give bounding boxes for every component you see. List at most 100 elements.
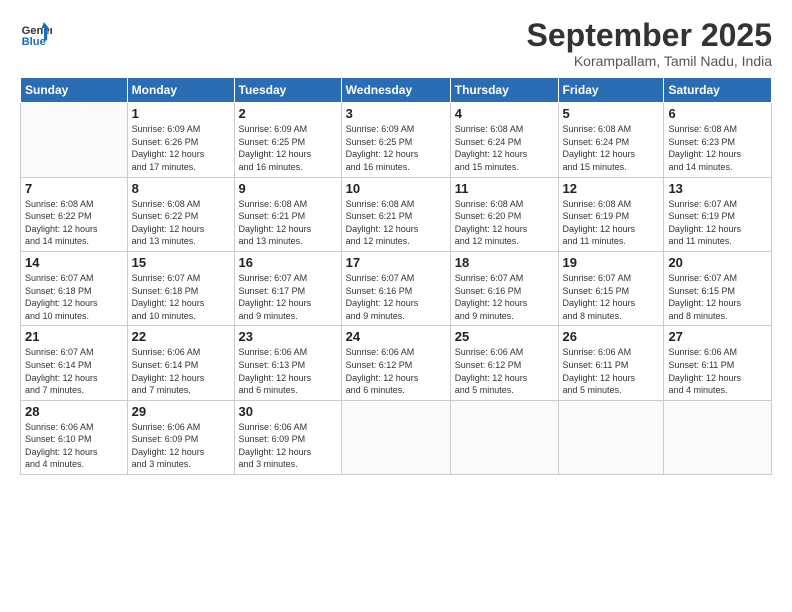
day-info: Sunrise: 6:06 AM Sunset: 6:14 PM Dayligh… [132,346,230,396]
day-number: 1 [132,106,230,121]
day-number: 4 [455,106,554,121]
day-info: Sunrise: 6:09 AM Sunset: 6:26 PM Dayligh… [132,123,230,173]
day-number: 7 [25,181,123,196]
table-row: 19 Sunrise: 6:07 AM Sunset: 6:15 PM Dayli… [558,251,664,325]
day-info: Sunrise: 6:06 AM Sunset: 6:11 PM Dayligh… [563,346,660,396]
table-row [450,400,558,474]
day-number: 3 [346,106,446,121]
col-saturday: Saturday [664,78,772,103]
col-monday: Monday [127,78,234,103]
day-info: Sunrise: 6:08 AM Sunset: 6:24 PM Dayligh… [563,123,660,173]
table-row: 22 Sunrise: 6:06 AM Sunset: 6:14 PM Dayli… [127,326,234,400]
svg-text:Blue: Blue [22,36,46,48]
col-friday: Friday [558,78,664,103]
header-row: Sunday Monday Tuesday Wednesday Thursday… [21,78,772,103]
table-row: 27 Sunrise: 6:06 AM Sunset: 6:11 PM Dayli… [664,326,772,400]
day-info: Sunrise: 6:07 AM Sunset: 6:16 PM Dayligh… [346,272,446,322]
page: General Blue September 2025 Korampallam,… [0,0,792,612]
day-info: Sunrise: 6:07 AM Sunset: 6:16 PM Dayligh… [455,272,554,322]
day-number: 27 [668,329,767,344]
table-row: 21 Sunrise: 6:07 AM Sunset: 6:14 PM Dayli… [21,326,128,400]
table-row [664,400,772,474]
table-row: 1 Sunrise: 6:09 AM Sunset: 6:26 PM Daylig… [127,103,234,177]
day-number: 22 [132,329,230,344]
day-info: Sunrise: 6:06 AM Sunset: 6:12 PM Dayligh… [346,346,446,396]
title-block: September 2025 Korampallam, Tamil Nadu, … [527,18,772,69]
table-row: 4 Sunrise: 6:08 AM Sunset: 6:24 PM Daylig… [450,103,558,177]
table-row: 29 Sunrise: 6:06 AM Sunset: 6:09 PM Dayli… [127,400,234,474]
table-row: 16 Sunrise: 6:07 AM Sunset: 6:17 PM Dayli… [234,251,341,325]
table-row: 20 Sunrise: 6:07 AM Sunset: 6:15 PM Dayli… [664,251,772,325]
day-number: 17 [346,255,446,270]
day-number: 20 [668,255,767,270]
day-info: Sunrise: 6:07 AM Sunset: 6:15 PM Dayligh… [563,272,660,322]
table-row: 24 Sunrise: 6:06 AM Sunset: 6:12 PM Dayli… [341,326,450,400]
table-row [558,400,664,474]
table-row: 8Sunrise: 6:08 AM Sunset: 6:22 PM Daylig… [127,177,234,251]
day-number: 21 [25,329,123,344]
day-info: Sunrise: 6:08 AM Sunset: 6:24 PM Dayligh… [455,123,554,173]
day-info: Sunrise: 6:09 AM Sunset: 6:25 PM Dayligh… [346,123,446,173]
day-info: Sunrise: 6:06 AM Sunset: 6:13 PM Dayligh… [239,346,337,396]
day-info: Sunrise: 6:07 AM Sunset: 6:15 PM Dayligh… [668,272,767,322]
table-row: 14Sunrise: 6:07 AM Sunset: 6:18 PM Dayli… [21,251,128,325]
col-tuesday: Tuesday [234,78,341,103]
day-number: 23 [239,329,337,344]
table-row [21,103,128,177]
table-row: 2 Sunrise: 6:09 AM Sunset: 6:25 PM Daylig… [234,103,341,177]
day-info: Sunrise: 6:07 AM Sunset: 6:18 PM Dayligh… [25,272,123,322]
day-number: 25 [455,329,554,344]
day-info: Sunrise: 6:08 AM Sunset: 6:22 PM Dayligh… [25,198,123,248]
day-info: Sunrise: 6:07 AM Sunset: 6:19 PM Dayligh… [668,198,767,248]
day-info: Sunrise: 6:07 AM Sunset: 6:18 PM Dayligh… [132,272,230,322]
day-number: 18 [455,255,554,270]
col-sunday: Sunday [21,78,128,103]
day-number: 15 [132,255,230,270]
day-number: 24 [346,329,446,344]
table-row: 12Sunrise: 6:08 AM Sunset: 6:19 PM Dayli… [558,177,664,251]
day-info: Sunrise: 6:06 AM Sunset: 6:09 PM Dayligh… [132,421,230,471]
day-info: Sunrise: 6:08 AM Sunset: 6:23 PM Dayligh… [668,123,767,173]
table-row: 9Sunrise: 6:08 AM Sunset: 6:21 PM Daylig… [234,177,341,251]
day-number: 13 [668,181,767,196]
table-row: 13 Sunrise: 6:07 AM Sunset: 6:19 PM Dayli… [664,177,772,251]
day-info: Sunrise: 6:08 AM Sunset: 6:20 PM Dayligh… [455,198,554,248]
table-row: 10 Sunrise: 6:08 AM Sunset: 6:21 PM Dayli… [341,177,450,251]
table-row: 5 Sunrise: 6:08 AM Sunset: 6:24 PM Daylig… [558,103,664,177]
day-number: 26 [563,329,660,344]
day-info: Sunrise: 6:08 AM Sunset: 6:19 PM Dayligh… [563,198,660,248]
day-number: 16 [239,255,337,270]
day-number: 8 [132,181,230,196]
logo-icon: General Blue [20,18,52,50]
day-info: Sunrise: 6:07 AM Sunset: 6:17 PM Dayligh… [239,272,337,322]
day-number: 19 [563,255,660,270]
table-row: 15 Sunrise: 6:07 AM Sunset: 6:18 PM Dayli… [127,251,234,325]
table-row [341,400,450,474]
table-row: 23 Sunrise: 6:06 AM Sunset: 6:13 PM Dayli… [234,326,341,400]
table-row: 30Sunrise: 6:06 AM Sunset: 6:09 PM Dayli… [234,400,341,474]
table-row: 28Sunrise: 6:06 AM Sunset: 6:10 PM Dayli… [21,400,128,474]
month-title: September 2025 [527,18,772,53]
col-wednesday: Wednesday [341,78,450,103]
day-number: 2 [239,106,337,121]
table-row: 7 Sunrise: 6:08 AM Sunset: 6:22 PM Daylig… [21,177,128,251]
day-number: 5 [563,106,660,121]
table-row: 18 Sunrise: 6:07 AM Sunset: 6:16 PM Dayli… [450,251,558,325]
day-info: Sunrise: 6:07 AM Sunset: 6:14 PM Dayligh… [25,346,123,396]
table-row: 17 Sunrise: 6:07 AM Sunset: 6:16 PM Dayli… [341,251,450,325]
day-info: Sunrise: 6:09 AM Sunset: 6:25 PM Dayligh… [239,123,337,173]
day-number: 6 [668,106,767,121]
day-number: 29 [132,404,230,419]
day-number: 10 [346,181,446,196]
col-thursday: Thursday [450,78,558,103]
day-info: Sunrise: 6:06 AM Sunset: 6:12 PM Dayligh… [455,346,554,396]
day-info: Sunrise: 6:08 AM Sunset: 6:21 PM Dayligh… [346,198,446,248]
day-info: Sunrise: 6:08 AM Sunset: 6:21 PM Dayligh… [239,198,337,248]
day-info: Sunrise: 6:06 AM Sunset: 6:11 PM Dayligh… [668,346,767,396]
day-info: Sunrise: 6:06 AM Sunset: 6:10 PM Dayligh… [25,421,123,471]
table-row: 26 Sunrise: 6:06 AM Sunset: 6:11 PM Dayli… [558,326,664,400]
day-number: 11 [455,181,554,196]
day-info: Sunrise: 6:06 AM Sunset: 6:09 PM Dayligh… [239,421,337,471]
table-row: 3 Sunrise: 6:09 AM Sunset: 6:25 PM Daylig… [341,103,450,177]
table-row: 6 Sunrise: 6:08 AM Sunset: 6:23 PM Daylig… [664,103,772,177]
